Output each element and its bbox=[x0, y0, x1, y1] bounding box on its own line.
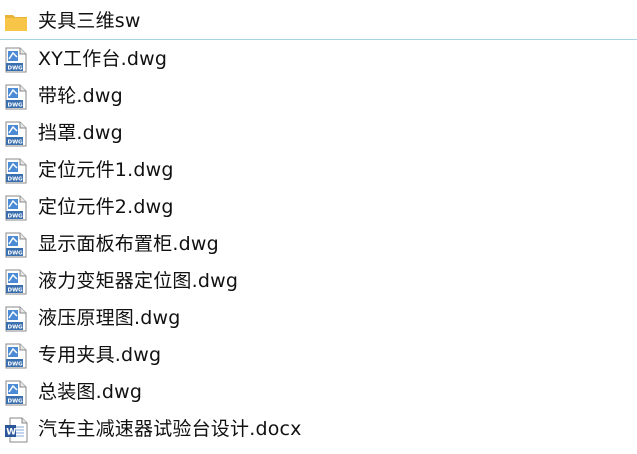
dwg-file-icon: DWG bbox=[5, 47, 27, 73]
file-item[interactable]: DWG 定位元件2.dwg bbox=[0, 189, 637, 226]
svg-text:DWG: DWG bbox=[8, 66, 24, 72]
svg-text:DWG: DWG bbox=[8, 103, 24, 109]
file-name: 汽车主减速器试验台设计.docx bbox=[38, 418, 302, 440]
file-name: 液力变矩器定位图.dwg bbox=[38, 270, 239, 292]
dwg-file-icon: DWG bbox=[5, 306, 27, 332]
svg-text:DWG: DWG bbox=[8, 177, 24, 183]
file-name: 带轮.dwg bbox=[38, 85, 123, 107]
dwg-file-icon: DWG bbox=[5, 84, 27, 110]
file-name: 总装图.dwg bbox=[38, 381, 143, 403]
dwg-file-icon: DWG bbox=[5, 343, 27, 369]
file-name: 定位元件2.dwg bbox=[38, 196, 174, 218]
file-name: 夹具三维sw bbox=[38, 10, 141, 32]
file-item-folder[interactable]: 夹具三维sw bbox=[0, 3, 637, 40]
file-item[interactable]: DWG 显示面板布置柜.dwg bbox=[0, 226, 637, 263]
word-file-icon: W bbox=[5, 417, 28, 443]
file-name: 定位元件1.dwg bbox=[38, 159, 174, 181]
svg-text:DWG: DWG bbox=[8, 325, 24, 331]
scroll-edge bbox=[0, 450, 637, 454]
file-item[interactable]: DWG 液力变矩器定位图.dwg bbox=[0, 263, 637, 300]
svg-text:DWG: DWG bbox=[8, 140, 24, 146]
svg-text:DWG: DWG bbox=[8, 362, 24, 368]
file-name: XY工作台.dwg bbox=[38, 48, 168, 70]
file-name: 挡罩.dwg bbox=[38, 122, 123, 144]
svg-text:DWG: DWG bbox=[8, 399, 24, 405]
file-item[interactable]: DWG 带轮.dwg bbox=[0, 78, 637, 115]
svg-text:DWG: DWG bbox=[8, 288, 24, 294]
folder-icon bbox=[5, 15, 27, 31]
file-item[interactable]: DWG 专用夹具.dwg bbox=[0, 337, 637, 374]
file-item[interactable]: DWG 挡罩.dwg bbox=[0, 115, 637, 152]
dwg-file-icon: DWG bbox=[5, 158, 27, 184]
file-item[interactable]: DWG 液压原理图.dwg bbox=[0, 300, 637, 337]
dwg-file-icon: DWG bbox=[5, 232, 27, 258]
file-name: 专用夹具.dwg bbox=[38, 344, 162, 366]
file-name: 显示面板布置柜.dwg bbox=[38, 233, 219, 255]
file-item[interactable]: DWG XY工作台.dwg bbox=[0, 41, 637, 78]
svg-text:W: W bbox=[6, 428, 16, 438]
dwg-file-icon: DWG bbox=[5, 380, 27, 406]
file-item[interactable]: DWG 定位元件1.dwg bbox=[0, 152, 637, 189]
svg-text:DWG: DWG bbox=[8, 251, 24, 257]
file-item[interactable]: W 汽车主减速器试验台设计.docx bbox=[0, 411, 637, 448]
svg-text:DWG: DWG bbox=[8, 214, 24, 220]
file-list: 夹具三维sw DWG XY工作台.dwg DWG 带轮.dwg DWG 挡罩.d… bbox=[0, 0, 637, 454]
dwg-file-icon: DWG bbox=[5, 195, 27, 221]
file-name: 液压原理图.dwg bbox=[38, 307, 181, 329]
file-item[interactable]: DWG 总装图.dwg bbox=[0, 374, 637, 411]
dwg-file-icon: DWG bbox=[5, 269, 27, 295]
dwg-file-icon: DWG bbox=[5, 121, 27, 147]
